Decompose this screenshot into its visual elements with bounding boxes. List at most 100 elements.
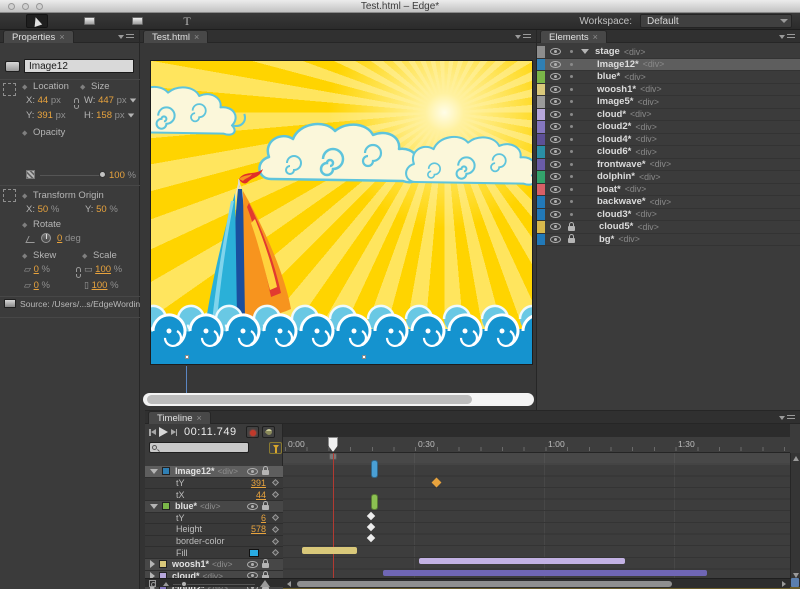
property-value[interactable]: 391 bbox=[251, 478, 266, 488]
section-diamond-icon[interactable]: ◆ bbox=[80, 84, 85, 91]
keyframe-span-ty-image12[interactable] bbox=[371, 460, 378, 478]
rounded-rectangle-tool-button[interactable] bbox=[126, 14, 148, 28]
scroll-up-icon[interactable] bbox=[793, 456, 799, 461]
lock-placeholder-icon[interactable] bbox=[570, 125, 573, 128]
zoom-fit-icon[interactable] bbox=[149, 580, 156, 587]
element-row-image12[interactable]: Image12* <div> bbox=[537, 59, 800, 72]
opacity-slider-track[interactable] bbox=[40, 175, 106, 176]
unit-dropdown-icon[interactable] bbox=[128, 114, 134, 118]
lock-placeholder-icon[interactable] bbox=[570, 75, 573, 78]
eye-icon[interactable] bbox=[550, 123, 561, 130]
eye-icon[interactable] bbox=[550, 211, 561, 218]
w-value[interactable]: 447 bbox=[98, 95, 114, 106]
scale-x-value[interactable]: 100 bbox=[95, 264, 111, 275]
eye-icon[interactable] bbox=[550, 48, 561, 55]
text-tool-button[interactable]: T bbox=[176, 14, 198, 28]
keyframe-tx-image12[interactable] bbox=[432, 478, 442, 488]
zoom-out-icon[interactable] bbox=[163, 582, 169, 586]
timeline-ruler[interactable]: 0:00 0:30 1:00 1:30 bbox=[283, 437, 790, 453]
eye-icon[interactable] bbox=[550, 223, 561, 230]
eye-icon[interactable] bbox=[550, 161, 561, 168]
unit-dropdown-icon[interactable] bbox=[130, 99, 136, 103]
eye-icon[interactable] bbox=[550, 186, 561, 193]
section-diamond-icon[interactable]: ◆ bbox=[22, 253, 27, 260]
close-icon[interactable]: × bbox=[593, 32, 598, 42]
scale-y-value[interactable]: 100 bbox=[92, 280, 108, 291]
element-row-cloud2[interactable]: cloud2* <div> bbox=[537, 121, 800, 134]
close-icon[interactable]: × bbox=[197, 413, 202, 423]
animation-span-cloud2[interactable] bbox=[383, 570, 707, 576]
section-diamond-icon[interactable]: ◆ bbox=[82, 253, 87, 260]
keyframe-height-blue[interactable] bbox=[367, 512, 375, 520]
element-row-blue[interactable]: blue* <div> bbox=[537, 71, 800, 84]
lock-icon[interactable] bbox=[262, 563, 269, 568]
section-diamond-icon[interactable]: ◆ bbox=[22, 84, 27, 91]
eye-icon[interactable] bbox=[550, 173, 561, 180]
lock-placeholder-icon[interactable] bbox=[570, 113, 573, 116]
eye-icon[interactable] bbox=[247, 468, 258, 475]
lock-icon[interactable] bbox=[262, 470, 269, 475]
workspace-dropdown[interactable]: Default bbox=[640, 14, 792, 28]
keyframe-span-ty-blue[interactable] bbox=[371, 494, 378, 510]
panel-menu-icon[interactable] bbox=[779, 414, 795, 422]
timeline-row-blue-height[interactable]: Height 578 bbox=[145, 524, 283, 536]
timeline-search-input[interactable] bbox=[149, 442, 249, 453]
element-row-woosh1[interactable]: woosh1* <div> bbox=[537, 84, 800, 97]
element-row-stage[interactable]: stage <div> bbox=[537, 46, 800, 59]
timeline-row-image12-ty[interactable]: tY 391 bbox=[145, 478, 283, 490]
element-row-cloud4[interactable]: cloud4* <div> bbox=[537, 134, 800, 147]
zoom-slider-knob[interactable] bbox=[181, 581, 187, 587]
eye-icon[interactable] bbox=[550, 111, 561, 118]
expander-icon[interactable] bbox=[581, 49, 589, 54]
timeline-row-woosh1[interactable]: woosh1* <div> bbox=[145, 559, 283, 571]
to-x-value[interactable]: 50 bbox=[38, 204, 49, 215]
skew-y-value[interactable]: 0 bbox=[34, 280, 39, 291]
selection-tool-button[interactable] bbox=[26, 14, 48, 28]
lock-placeholder-icon[interactable] bbox=[570, 138, 573, 141]
x-value[interactable]: 44 bbox=[38, 95, 49, 106]
tab-timeline[interactable]: Timeline × bbox=[148, 411, 211, 424]
go-to-start-button[interactable] bbox=[149, 429, 156, 436]
element-row-image5[interactable]: Image5* <div> bbox=[537, 96, 800, 109]
y-value[interactable]: 391 bbox=[37, 110, 53, 121]
auto-keyframe-button[interactable] bbox=[246, 426, 259, 438]
property-value[interactable]: 44 bbox=[256, 490, 266, 500]
timeline-vertical-scrollbar[interactable] bbox=[790, 453, 800, 581]
tab-test-html[interactable]: Test.html × bbox=[143, 30, 208, 43]
scrollbar-thumb[interactable] bbox=[297, 581, 672, 587]
rectangle-tool-button[interactable] bbox=[78, 14, 100, 28]
go-to-end-button[interactable] bbox=[171, 429, 178, 436]
eye-icon[interactable] bbox=[247, 561, 258, 568]
keyframe-border-color-blue[interactable] bbox=[367, 523, 375, 531]
rotate-value[interactable]: 0 bbox=[57, 233, 62, 244]
stage-horizontal-scrollbar[interactable] bbox=[143, 393, 534, 406]
lock-placeholder-icon[interactable] bbox=[570, 100, 573, 103]
element-row-cloud[interactable]: cloud* <div> bbox=[537, 109, 800, 122]
timeline-horizontal-scrollbar[interactable] bbox=[283, 579, 790, 588]
lock-placeholder-icon[interactable] bbox=[570, 150, 573, 153]
keyframe-diamond-icon[interactable] bbox=[272, 538, 279, 545]
element-row-boat[interactable]: boat* <div> bbox=[537, 184, 800, 197]
section-diamond-icon[interactable]: ◆ bbox=[22, 193, 27, 200]
play-button[interactable] bbox=[159, 427, 168, 437]
element-row-cloud5[interactable]: cloud5* <div> bbox=[537, 221, 800, 234]
lock-placeholder-icon[interactable] bbox=[570, 213, 573, 216]
stage-canvas[interactable] bbox=[150, 60, 533, 365]
timeline-tracks[interactable] bbox=[283, 453, 790, 581]
eye-icon[interactable] bbox=[550, 73, 561, 80]
property-value[interactable]: 578 bbox=[251, 524, 266, 534]
selection-handle[interactable] bbox=[185, 355, 189, 359]
pin-playhead-button[interactable] bbox=[262, 426, 275, 438]
filter-button[interactable] bbox=[269, 442, 282, 454]
animation-span-cloud[interactable] bbox=[419, 558, 625, 564]
timeline-row-image12-tx[interactable]: tX 44 bbox=[145, 489, 283, 501]
opacity-value[interactable]: 100 bbox=[109, 170, 125, 181]
lock-placeholder-icon[interactable] bbox=[570, 50, 573, 53]
keyframe-diamond-icon[interactable] bbox=[272, 514, 279, 521]
timeline-row-blue-ty[interactable]: tY 6 bbox=[145, 513, 283, 525]
section-diamond-icon[interactable]: ◆ bbox=[22, 222, 27, 229]
close-icon[interactable]: × bbox=[59, 32, 64, 42]
eye-icon[interactable] bbox=[550, 148, 561, 155]
tab-elements[interactable]: Elements × bbox=[540, 30, 607, 43]
timeline-row-blue[interactable]: blue* <div> bbox=[145, 501, 283, 513]
